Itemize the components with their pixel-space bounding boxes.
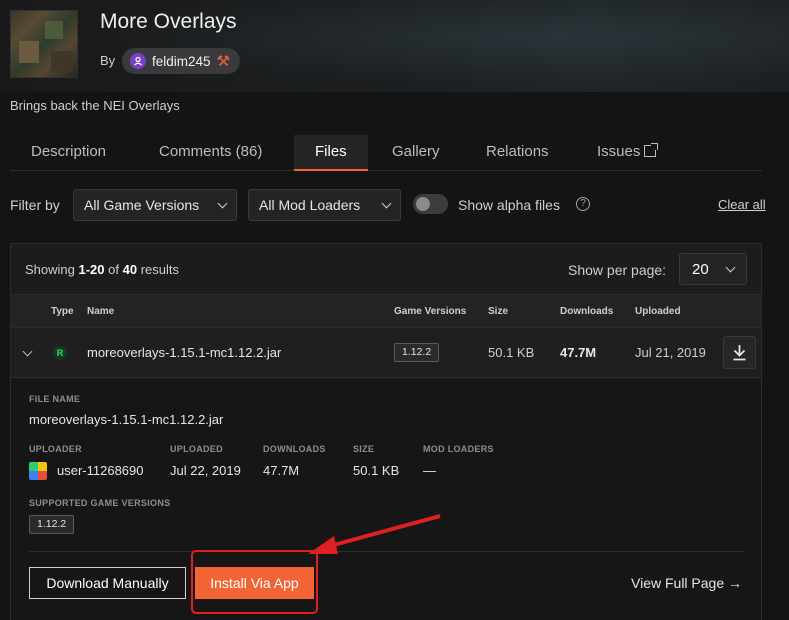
alpha-files-label: Show alpha files — [458, 197, 560, 213]
chevron-down-icon[interactable] — [22, 346, 33, 357]
game-versions-select[interactable]: All Game Versions — [73, 189, 237, 221]
hammers-icon: ⚒ — [216, 53, 230, 70]
tab-issues-label: Issues — [597, 143, 641, 160]
clear-all-link[interactable]: Clear all — [718, 197, 766, 212]
toggle-knob — [416, 197, 430, 211]
file-name[interactable]: moreoverlays-1.15.1-mc1.12.2.jar — [87, 345, 281, 360]
download-manually-button[interactable]: Download Manually — [29, 567, 186, 599]
author-link[interactable]: feldim245 ⚒ — [122, 48, 240, 74]
file-name-value: moreoverlays-1.15.1-mc1.12.2.jar — [29, 412, 224, 427]
file-uploaded: Jul 21, 2019 — [635, 345, 706, 360]
per-page-value: 20 — [692, 260, 709, 278]
project-title: More Overlays — [100, 10, 237, 33]
tab-files[interactable]: Files — [294, 135, 368, 171]
chevron-down-icon — [217, 198, 228, 208]
download-icon — [733, 345, 746, 361]
col-name: Name — [87, 306, 115, 317]
file-name-label: FILE NAME — [29, 394, 81, 404]
mod-loaders-value: — — [423, 463, 436, 478]
results-count: Showing 1-20 of 40 results — [25, 262, 179, 277]
view-full-page-link[interactable]: View Full Page → — [631, 575, 742, 591]
table-header: Type Name Game Versions Size Downloads U… — [11, 294, 761, 328]
showing-prefix: Showing — [25, 262, 75, 277]
by-label: By — [100, 53, 116, 68]
file-details: FILE NAME moreoverlays-1.15.1-mc1.12.2.j… — [11, 378, 761, 620]
size-value: 50.1 KB — [353, 463, 400, 478]
author-avatar-icon — [130, 53, 146, 69]
supported-version-badge: 1.12.2 — [29, 515, 75, 534]
col-downloads: Downloads — [560, 306, 614, 317]
tab-comments[interactable]: Comments (86) — [138, 135, 283, 171]
chevron-down-icon — [725, 262, 736, 272]
author-name: feldim245 — [152, 53, 211, 69]
filter-label: Filter by — [10, 197, 60, 213]
col-size: Size — [488, 306, 509, 317]
results-suffix: results — [140, 262, 180, 277]
mod-loaders-select[interactable]: All Mod Loaders — [248, 189, 401, 221]
uploaded-label: UPLOADED — [170, 444, 223, 454]
uploader-value[interactable]: user-11268690 — [57, 463, 144, 478]
game-version-badge: 1.12.2 — [394, 343, 440, 362]
annotation-arrow-icon — [308, 514, 441, 554]
uploaded-value: Jul 22, 2019 — [170, 463, 241, 478]
col-uploaded: Uploaded — [635, 306, 681, 317]
tab-description[interactable]: Description — [10, 135, 127, 171]
tab-bar: Description Comments (86) Files Gallery … — [10, 135, 762, 171]
supported-versions-label: SUPPORTED GAME VERSIONS — [29, 498, 171, 508]
game-versions-value: All Game Versions — [84, 197, 200, 213]
chevron-down-icon — [381, 198, 392, 208]
file-size: 50.1 KB — [488, 345, 535, 360]
release-type-badge: R — [53, 346, 67, 360]
downloads-value: 47.7M — [263, 463, 300, 478]
download-button[interactable] — [723, 336, 756, 369]
tab-issues[interactable]: Issues — [576, 135, 677, 171]
size-label: SIZE — [353, 444, 375, 454]
tab-gallery[interactable]: Gallery — [371, 135, 461, 171]
of-label: of — [108, 262, 119, 277]
annotation-highlight-box — [191, 550, 318, 614]
file-downloads: 47.7M — [560, 345, 597, 360]
tab-relations[interactable]: Relations — [465, 135, 570, 171]
mod-loaders-label: MOD LOADERS — [423, 444, 494, 454]
per-page-select[interactable]: 20 — [679, 253, 747, 285]
alpha-files-toggle[interactable] — [413, 194, 448, 214]
project-summary: Brings back the NEI Overlays — [10, 98, 180, 113]
col-game-versions: Game Versions — [394, 306, 467, 317]
external-link-icon — [644, 143, 659, 157]
project-thumbnail — [10, 10, 78, 78]
per-page-label: Show per page: — [568, 262, 667, 278]
results-total: 40 — [122, 262, 138, 277]
uploader-label: UPLOADER — [29, 444, 82, 454]
downloads-label: DOWNLOADS — [263, 444, 326, 454]
help-icon[interactable]: ? — [576, 197, 590, 211]
mod-loaders-value: All Mod Loaders — [259, 197, 361, 213]
col-type: Type — [51, 306, 74, 317]
table-row[interactable]: R moreoverlays-1.15.1-mc1.12.2.jar 1.12.… — [11, 328, 761, 378]
uploader-avatar — [29, 462, 47, 480]
results-range: 1-20 — [78, 262, 105, 277]
